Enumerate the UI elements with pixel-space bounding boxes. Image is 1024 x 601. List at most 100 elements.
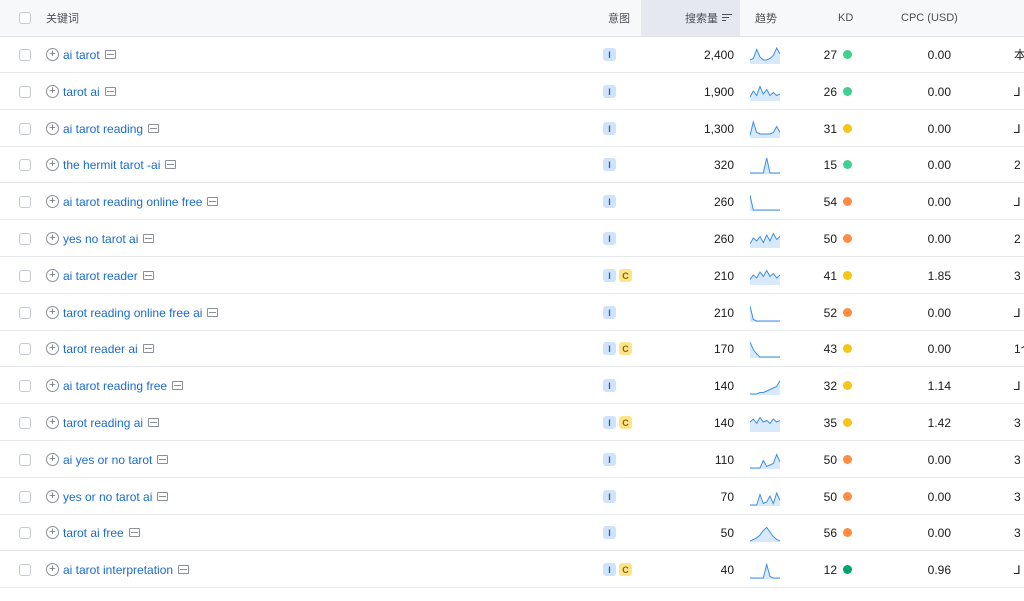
intent-cell: I	[603, 111, 663, 146]
row-checkbox[interactable]	[19, 74, 33, 109]
keyword-link[interactable]: ai tarot	[63, 48, 100, 62]
keyword-link[interactable]: ai tarot interpretation	[63, 563, 173, 577]
checkbox-box[interactable]	[19, 416, 31, 429]
keyword-link[interactable]: yes no tarot ai	[63, 232, 138, 246]
add-keyword-icon[interactable]: +	[46, 563, 59, 576]
select-all-checkbox[interactable]	[19, 0, 33, 36]
kd-value: 15	[823, 157, 837, 172]
trend-chart	[750, 231, 780, 248]
checkbox-box[interactable]	[19, 526, 31, 539]
kd-cell: 50	[800, 442, 852, 477]
add-keyword-icon[interactable]: +	[46, 342, 59, 355]
keyword-link[interactable]: tarot reading online free ai	[63, 306, 202, 320]
add-keyword-icon[interactable]: +	[46, 416, 59, 429]
keyword-link[interactable]: ai tarot reading online free	[63, 195, 202, 209]
serp-preview-icon[interactable]	[104, 50, 116, 59]
keyword-link[interactable]: tarot reader ai	[63, 342, 138, 356]
checkbox-box[interactable]	[19, 490, 31, 503]
keyword-link[interactable]: tarot ai free	[63, 526, 124, 540]
serp-preview-icon[interactable]	[148, 124, 160, 133]
header-intent[interactable]: 意图	[608, 0, 630, 36]
checkbox-box[interactable]	[19, 563, 31, 576]
row-checkbox[interactable]	[19, 258, 33, 293]
add-keyword-icon[interactable]: +	[46, 269, 59, 282]
row-checkbox[interactable]	[19, 552, 33, 587]
keyword-link[interactable]: the hermit tarot -ai	[63, 158, 160, 172]
serp-preview-icon[interactable]	[142, 344, 154, 353]
checkbox-box[interactable]	[19, 12, 31, 24]
keyword-link[interactable]: tarot ai	[63, 85, 100, 99]
add-keyword-icon[interactable]: +	[46, 158, 59, 171]
serp-preview-icon[interactable]	[143, 234, 155, 243]
serp-preview-icon[interactable]	[157, 492, 169, 501]
table-row-partial	[0, 589, 1024, 601]
row-checkbox[interactable]	[19, 184, 33, 219]
keyword-link[interactable]: ai tarot reader	[63, 269, 138, 283]
trend-sparkline	[750, 37, 782, 72]
serp-preview-icon[interactable]	[148, 418, 160, 427]
kd-value: 54	[823, 194, 837, 209]
keyword-link[interactable]: tarot reading ai	[63, 416, 143, 430]
add-keyword-icon[interactable]: +	[46, 379, 59, 392]
intent-badge: I	[603, 122, 616, 135]
intent-cell: I	[603, 295, 663, 330]
keyword-link[interactable]: yes or no tarot ai	[63, 490, 152, 504]
add-keyword-icon[interactable]: +	[46, 232, 59, 245]
header-cpc[interactable]: CPC (USD)	[901, 0, 958, 36]
kd-value: 56	[823, 525, 837, 540]
header-trend[interactable]: 趋势	[755, 0, 777, 36]
add-keyword-icon[interactable]: +	[46, 453, 59, 466]
row-checkbox[interactable]	[19, 295, 33, 330]
serp-preview-icon[interactable]	[104, 87, 116, 96]
intent-badge: I	[603, 526, 616, 539]
serp-preview-icon[interactable]	[207, 308, 219, 317]
checkbox-box[interactable]	[19, 48, 31, 61]
serp-preview-icon[interactable]	[157, 455, 169, 464]
checkbox-box[interactable]	[19, 122, 31, 135]
kd-difficulty-dot	[843, 344, 852, 353]
serp-preview-icon[interactable]	[128, 528, 140, 537]
keyword-link[interactable]: ai yes or no tarot	[63, 453, 152, 467]
row-checkbox[interactable]	[19, 37, 33, 72]
row-checkbox[interactable]	[19, 479, 33, 514]
checkbox-box[interactable]	[19, 342, 31, 355]
row-checkbox[interactable]	[19, 147, 33, 182]
sort-descending-icon[interactable]	[722, 14, 732, 22]
kd-cell: 35	[800, 405, 852, 440]
serp-preview-icon[interactable]	[165, 160, 177, 169]
add-keyword-icon[interactable]: +	[46, 306, 59, 319]
row-checkbox[interactable]	[19, 368, 33, 403]
header-kd[interactable]: KD	[838, 0, 853, 36]
add-keyword-icon[interactable]: +	[46, 195, 59, 208]
keyword-link[interactable]: ai tarot reading free	[63, 379, 167, 393]
checkbox-box[interactable]	[19, 232, 31, 245]
add-keyword-icon[interactable]: +	[46, 526, 59, 539]
checkbox-box[interactable]	[19, 453, 31, 466]
serp-preview-icon[interactable]	[142, 271, 154, 280]
serp-preview-icon[interactable]	[172, 381, 184, 390]
row-checkbox[interactable]	[19, 442, 33, 477]
keyword-link[interactable]: ai tarot reading	[63, 122, 143, 136]
add-keyword-icon[interactable]: +	[46, 122, 59, 135]
row-checkbox[interactable]	[19, 111, 33, 146]
checkbox-box[interactable]	[19, 85, 31, 98]
checkbox-box[interactable]	[19, 269, 31, 282]
row-checkbox[interactable]	[19, 221, 33, 256]
add-keyword-icon[interactable]: +	[46, 85, 59, 98]
checkbox-box[interactable]	[19, 379, 31, 392]
serp-preview-icon[interactable]	[207, 197, 219, 206]
header-keyword[interactable]: 关键词	[46, 0, 566, 36]
row-checkbox[interactable]	[19, 405, 33, 440]
kd-difficulty-dot	[843, 234, 852, 243]
trend-chart	[750, 157, 780, 174]
row-checkbox[interactable]	[19, 331, 33, 366]
checkbox-box[interactable]	[19, 158, 31, 171]
checkbox-box[interactable]	[19, 195, 31, 208]
add-keyword-icon[interactable]: +	[46, 490, 59, 503]
serp-preview-icon[interactable]	[178, 565, 190, 574]
header-volume[interactable]: 搜索量	[660, 0, 732, 36]
row-checkbox[interactable]	[19, 515, 33, 550]
cpc-value: 1.42	[927, 415, 951, 430]
add-keyword-icon[interactable]: +	[46, 48, 59, 61]
checkbox-box[interactable]	[19, 306, 31, 319]
